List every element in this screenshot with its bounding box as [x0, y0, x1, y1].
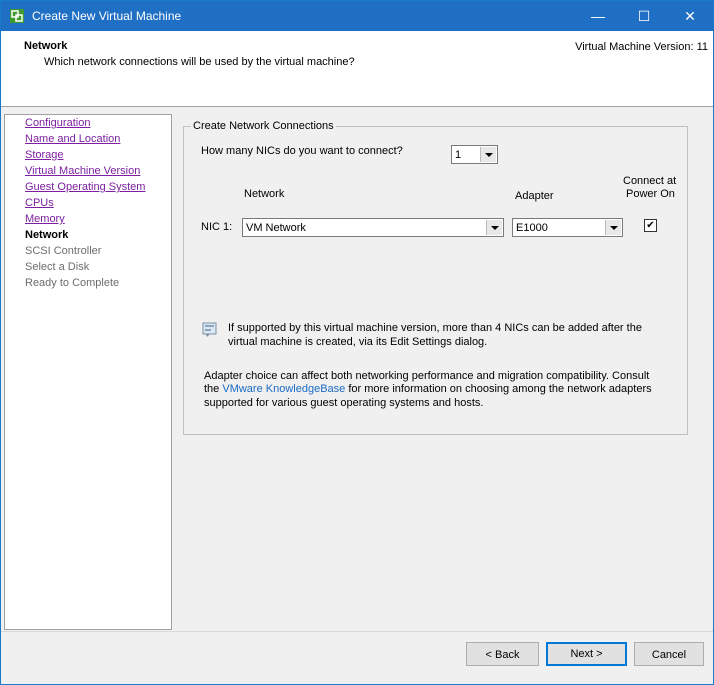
footer-separator: [1, 631, 713, 632]
info-icon: [202, 322, 217, 337]
network-column-header: Network: [244, 188, 285, 200]
connect-column-header-line1: Connect at: [623, 175, 677, 187]
cancel-button[interactable]: Cancel: [634, 642, 704, 666]
window-title: Create New Virtual Machine: [32, 9, 182, 23]
chevron-down-icon[interactable]: [480, 147, 496, 162]
adapter-value: E1000: [516, 222, 548, 234]
step-guest-os[interactable]: Guest Operating System: [25, 181, 145, 193]
step-memory[interactable]: Memory: [25, 213, 65, 225]
nic1-label: NIC 1:: [201, 221, 233, 233]
vmware-logo-icon: [10, 9, 24, 23]
step-configuration[interactable]: Configuration: [25, 117, 90, 129]
vm-version-label: Virtual Machine Version: 11: [575, 41, 708, 53]
adapter-note-line2: the VMware KnowledgeBase for more inform…: [204, 383, 652, 395]
step-cpus[interactable]: CPUs: [25, 197, 54, 209]
adapter-column-header: Adapter: [515, 190, 554, 202]
nic-count-value: 1: [455, 149, 462, 161]
page-subtitle: Which network connections will be used b…: [44, 56, 355, 68]
wizard-header: Network Which network connections will b…: [1, 31, 713, 107]
wizard-steps-list: Configuration Name and Location Storage …: [4, 114, 172, 630]
create-vm-window: Create New Virtual Machine — ☐ ✕ Network…: [0, 0, 714, 685]
next-button[interactable]: Next >: [546, 642, 627, 666]
step-vm-version[interactable]: Virtual Machine Version: [25, 165, 140, 177]
title-bar[interactable]: Create New Virtual Machine — ☐ ✕: [1, 1, 713, 31]
page-title: Network: [24, 40, 68, 52]
vmware-knowledgebase-link[interactable]: VMware KnowledgeBase: [222, 383, 345, 395]
maximize-button[interactable]: ☐: [621, 1, 667, 31]
step-name-and-location[interactable]: Name and Location: [25, 133, 120, 145]
step-select-disk: Select a Disk: [25, 261, 90, 273]
network-select[interactable]: VM Network: [242, 218, 504, 237]
close-button[interactable]: ✕: [667, 1, 713, 31]
adapter-note-line3: supported for various guest operating sy…: [204, 397, 484, 409]
step-ready-to-complete: Ready to Complete: [25, 277, 120, 289]
connect-column-header-line2: Power On: [626, 188, 675, 200]
connect-at-power-on-checkbox[interactable]: ✔: [644, 219, 657, 232]
adapter-note-line1: Adapter choice can affect both networkin…: [204, 370, 650, 382]
adapter-select[interactable]: E1000: [512, 218, 623, 237]
info-text-line2: virtual machine is created, via its Edit…: [228, 336, 488, 348]
network-value: VM Network: [246, 222, 306, 234]
back-button[interactable]: < Back: [466, 642, 539, 666]
adapter-note-pre: the: [204, 383, 223, 395]
adapter-note-post: for more information on choosing among t…: [345, 383, 652, 395]
chevron-down-icon[interactable]: [605, 220, 621, 235]
step-scsi-controller: SCSI Controller: [25, 245, 102, 257]
step-storage[interactable]: Storage: [25, 149, 64, 161]
info-text-line1: If supported by this virtual machine ver…: [228, 322, 642, 334]
minimize-button[interactable]: —: [575, 1, 621, 31]
nic-count-select[interactable]: 1: [451, 145, 498, 164]
step-network: Network: [25, 229, 69, 241]
chevron-down-icon[interactable]: [486, 220, 502, 235]
group-legend: Create Network Connections: [191, 120, 336, 132]
nic-count-question: How many NICs do you want to connect?: [201, 145, 403, 157]
